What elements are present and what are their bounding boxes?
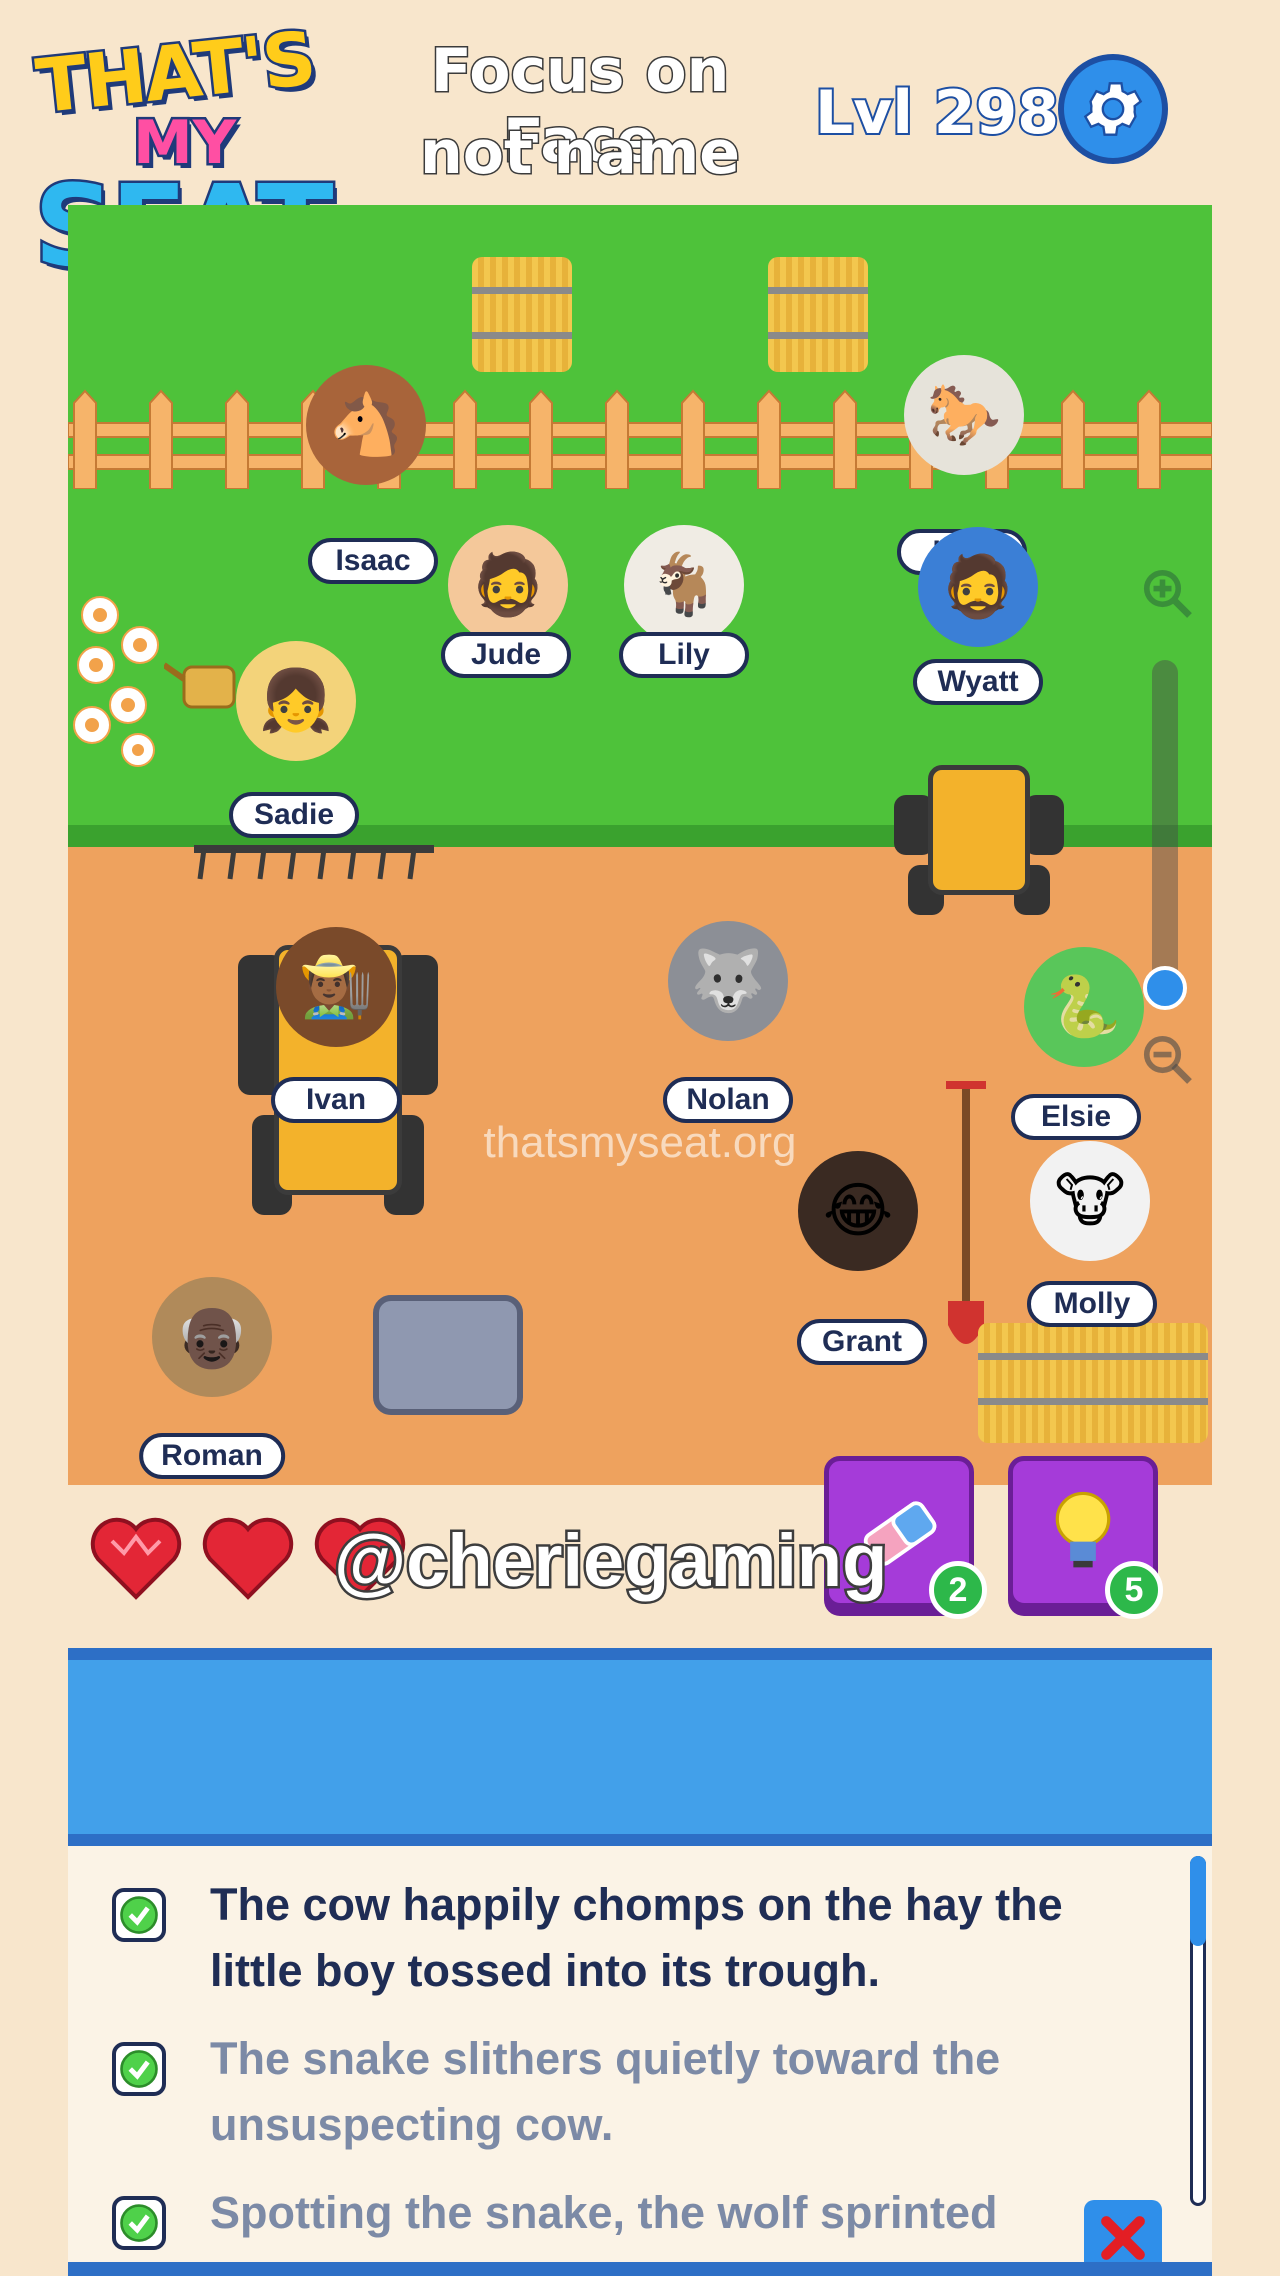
clue-item: The snake slithers quietly toward the un… <box>68 2022 1168 2162</box>
name-tag-grant: Grant <box>797 1319 927 1365</box>
clue-text: The cow happily chomps on the hay the li… <box>210 1879 1063 1996</box>
zoom-slider-track[interactable] <box>1152 660 1178 1000</box>
shovel-prop <box>946 1081 986 1344</box>
blue-banner <box>68 1648 1212 1846</box>
name-tag-wyatt: Wyatt <box>913 659 1043 705</box>
name-tag-lily: Lily <box>619 632 749 678</box>
heart-icon <box>202 1517 294 1600</box>
character-jude[interactable]: 🧔 <box>448 525 568 645</box>
hay-bale-prop <box>978 1323 1208 1443</box>
farm-board: 🐴 Isaac 🐎 Lyla 🧔 Jude 🐐 Lily 🧔 Wyatt 👧 S… <box>68 205 1212 1485</box>
watering-can-prop <box>164 662 236 709</box>
zoom-out-icon[interactable] <box>1140 1032 1194 1086</box>
blonde-girl-icon: 👧 <box>258 666 334 736</box>
clue-text: The snake slithers quietly toward the un… <box>210 2033 1001 2150</box>
character-elsie[interactable]: 🐍 <box>1024 947 1144 1067</box>
hay-bale-prop <box>768 257 868 372</box>
hay-bale-prop <box>472 257 572 372</box>
character-lyla[interactable]: 🐎 <box>904 355 1024 475</box>
name-tag-isaac: Isaac <box>308 538 438 584</box>
name-tag-nolan: Nolan <box>663 1077 793 1123</box>
character-nolan[interactable]: 🐺 <box>668 921 788 1041</box>
clue-checkbox[interactable] <box>112 2196 166 2250</box>
creator-handle-overlay: @cheriegaming <box>331 1517 889 1605</box>
character-grant[interactable]: 😂 <box>798 1151 918 1271</box>
character-sadie[interactable]: 👧 <box>236 641 356 761</box>
name-tag-ivan: Ivan <box>271 1077 401 1123</box>
name-tag-jude: Jude <box>441 632 571 678</box>
checkmark-icon <box>120 2050 158 2088</box>
character-lily[interactable]: 🐐 <box>624 525 744 645</box>
clue-text: Spotting the snake, the wolf sprinted <box>210 2187 998 2238</box>
blue-haired-man-icon: 🧔 <box>940 552 1016 622</box>
farmer-man-icon: 👨🏾‍🌾 <box>298 952 374 1022</box>
character-ivan[interactable]: 👨🏾‍🌾 <box>276 927 396 1047</box>
hint-count-badge: 5 <box>1105 1561 1163 1619</box>
name-tag-roman: Roman <box>139 1433 285 1479</box>
heart-icon <box>90 1517 182 1600</box>
old-man-icon: 👴🏿 <box>174 1302 250 1372</box>
character-wyatt[interactable]: 🧔 <box>918 527 1038 647</box>
character-isaac[interactable]: 🐴 <box>306 365 426 485</box>
wheelbarrow-prop <box>373 1295 523 1415</box>
horse-icon: 🐴 <box>328 390 404 460</box>
eraser-count-badge: 2 <box>929 1561 987 1619</box>
lightbulb-icon <box>1055 1491 1111 1568</box>
hint-text-line2: not name <box>419 117 742 190</box>
snake-icon: 🐍 <box>1046 972 1122 1042</box>
clue-checkbox[interactable] <box>112 1888 166 1942</box>
close-icon <box>1101 2216 1145 2260</box>
goat-icon: 🐐 <box>646 550 722 620</box>
level-indicator: Lvl 298 <box>813 76 1061 150</box>
clue-list[interactable]: The cow happily chomps on the hay the li… <box>68 1846 1212 2276</box>
gear-icon <box>1083 82 1143 136</box>
zoom-in-icon[interactable] <box>1140 566 1194 620</box>
horse-icon: 🐎 <box>926 380 1002 450</box>
settings-button[interactable] <box>1058 54 1168 164</box>
wolf-icon: 🐺 <box>690 946 766 1016</box>
flower-pot-prop <box>73 596 159 767</box>
name-tag-sadie: Sadie <box>229 792 359 838</box>
wooden-fence-prop <box>68 389 1212 489</box>
checkmark-icon <box>120 2204 158 2242</box>
rake-prop <box>194 845 434 880</box>
character-roman[interactable]: 👴🏿 <box>152 1277 272 1397</box>
cow-icon: 🐮 <box>1054 1166 1126 1236</box>
bearded-man-icon: 🧔 <box>470 550 546 620</box>
checkmark-icon <box>120 1896 158 1934</box>
name-tag-molly: Molly <box>1027 1281 1157 1327</box>
crying-laughing-boy-icon: 😂 <box>822 1176 894 1246</box>
clue-item: Spotting the snake, the wolf sprinted <box>68 2176 1168 2276</box>
clue-scrollbar-thumb[interactable] <box>1190 1856 1206 1946</box>
hint-powerup-button[interactable]: 5 <box>1008 1456 1163 1619</box>
watermark-text: thatsmyseat.org <box>483 1118 797 1167</box>
bottom-bar <box>68 2262 1212 2276</box>
clue-item: The cow happily chomps on the hay the li… <box>68 1868 1168 2008</box>
zoom-slider-handle[interactable] <box>1143 966 1187 1010</box>
clue-checkbox[interactable] <box>112 2042 166 2096</box>
small-tractor-prop <box>894 725 1064 915</box>
